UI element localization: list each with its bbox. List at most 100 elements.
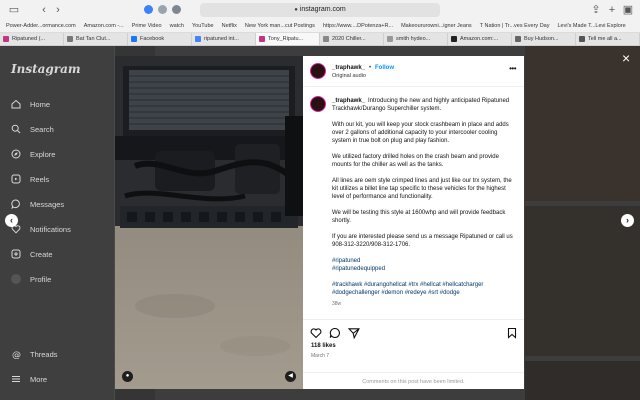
bookmark-item[interactable]: Amazon.com -... (84, 23, 124, 29)
browser-tab[interactable]: smith hydeo... (384, 33, 448, 45)
share-icon[interactable] (348, 327, 360, 339)
bookmark-icon[interactable] (506, 327, 518, 339)
likes-count[interactable]: 118 likes (311, 343, 336, 349)
previous-post-icon[interactable]: ‹ (5, 214, 18, 227)
address-bar[interactable]: ● instagram.com (200, 3, 440, 17)
shield-icon[interactable] (172, 5, 181, 14)
avatar[interactable] (310, 96, 326, 112)
bookmark-item[interactable]: Power-Adder...ormance.com (6, 23, 76, 29)
post-header: _traphawk_ • Follow Original audio ••• (303, 56, 524, 87)
nav-more[interactable]: More (11, 372, 47, 386)
extension-icon[interactable] (158, 5, 167, 14)
back-icon[interactable]: ‹ (38, 4, 50, 16)
like-heart-icon[interactable] (310, 327, 322, 339)
caption-paragraph: All lines are oem style crimped lines an… (332, 178, 512, 200)
more-options-icon[interactable]: ••• (509, 64, 516, 73)
plus-square-icon (11, 249, 21, 259)
hashtag-link[interactable]: #ripatuned (332, 257, 517, 265)
svg-text:@: @ (12, 351, 21, 360)
comment-icon[interactable] (329, 327, 341, 339)
tab-favicon (515, 36, 521, 42)
tab-favicon (387, 36, 393, 42)
tab-bar: Ripatuned (... Bat Tan Clut... Facebook … (0, 33, 640, 46)
browser-tab[interactable]: Facebook (128, 33, 192, 45)
reels-icon (11, 174, 21, 184)
browser-tab[interactable]: Buy Hudson... (512, 33, 576, 45)
nav-explore[interactable]: Explore (11, 147, 55, 161)
tagged-users-icon[interactable]: ● (122, 371, 133, 382)
hashtag-link[interactable]: #ripatunedequipped (332, 265, 517, 273)
nav-home[interactable]: Home (11, 97, 50, 111)
post-age: 38w (332, 301, 342, 307)
browser-tab[interactable]: Amazon.com:... (448, 33, 512, 45)
next-post-icon[interactable]: › (621, 214, 634, 227)
browser-toolbar: ▭ ‹ › ● instagram.com ⇪ + ▣ (0, 0, 640, 20)
grid-tile (525, 361, 640, 400)
post-details-panel: _traphawk_ • Follow Original audio ••• _… (303, 56, 524, 389)
browser-tab[interactable]: Tell me all a... (576, 33, 640, 45)
post-video[interactable]: ● ◀ (115, 56, 303, 389)
post-username[interactable]: _traphawk_ (332, 65, 365, 71)
audio-mute-icon[interactable]: ◀ (285, 371, 296, 382)
tab-favicon (3, 36, 9, 42)
bookmark-item[interactable]: Prime Video (132, 23, 162, 29)
caption-text: _traphawk_ Introducing the new and highly… (332, 97, 517, 308)
close-icon[interactable]: × (622, 51, 630, 65)
browser-tab[interactable]: 2020 Chiller... (320, 33, 384, 45)
share-icon[interactable]: ⇪ (590, 4, 602, 16)
tab-overview-icon[interactable]: ▣ (622, 4, 634, 16)
browser-tab[interactable]: Bat Tan Clut... (64, 33, 128, 45)
new-tab-icon[interactable]: + (606, 4, 618, 16)
separator-dot: • (369, 65, 372, 71)
nav-search[interactable]: Search (11, 122, 54, 136)
tab-favicon (579, 36, 585, 42)
bookmark-item[interactable]: New York man...cut Postings (245, 23, 315, 29)
nav-notifications[interactable]: Notifications (11, 222, 71, 236)
bookmark-item[interactable]: T Nation | Tr...ves Every Day (480, 23, 550, 29)
threads-icon: @ (12, 351, 21, 360)
nav-reels[interactable]: Reels (11, 172, 49, 186)
grid-tile (525, 206, 640, 356)
nav-profile[interactable]: Profile (11, 272, 51, 286)
nav-create[interactable]: Create (11, 247, 53, 261)
post-modal: ● ◀ _traphawk_ • Follow Original audio •… (115, 56, 524, 389)
caption-paragraph: We will be testing this style at 1600whp… (332, 210, 506, 224)
lock-icon: ● (294, 7, 298, 13)
menu-icon (12, 376, 20, 382)
forward-icon[interactable]: › (52, 4, 64, 16)
hashtag-links[interactable]: #trackhawk #durangohellcat #trx #hellcat… (332, 281, 517, 297)
follow-button[interactable]: Follow (375, 65, 394, 71)
bookmark-item[interactable]: Levi's Made T...Levi Explore (557, 23, 625, 29)
browser-tab[interactable]: ripatuned int... (192, 33, 256, 45)
tab-favicon (67, 36, 73, 42)
caption-paragraph: With our kit, you will keep your stock c… (332, 122, 509, 144)
nav-threads[interactable]: @ Threads (11, 347, 58, 361)
bookmark-item[interactable]: Makeoururowni...igner Jeans (401, 23, 472, 29)
post-actions: 118 likes March 7 Comments on this post … (303, 319, 524, 389)
post-caption: _traphawk_ Introducing the new and highly… (303, 87, 524, 319)
bookmark-item[interactable]: watch (170, 23, 184, 29)
browser-tab-active[interactable]: Tony_Ripatu... (256, 33, 320, 45)
engine-bay-image (115, 56, 303, 389)
tab-favicon (195, 36, 201, 42)
bookmark-item[interactable]: YouTube (192, 23, 214, 29)
search-icon (11, 124, 21, 134)
bookmarks-bar: Power-Adder...ormance.com Amazon.com -..… (0, 20, 640, 33)
avatar[interactable] (310, 63, 326, 79)
sidebar-toggle-icon[interactable]: ▭ (8, 4, 20, 16)
caption-paragraph: We utilized factory drilled holes on the… (332, 154, 499, 168)
tab-favicon (451, 36, 457, 42)
nav-messages[interactable]: Messages (11, 197, 64, 211)
bookmark-item[interactable]: https://www....DPotenza+R... (323, 23, 393, 29)
compass-icon (11, 149, 21, 159)
extension-icon[interactable] (144, 5, 153, 14)
caption-paragraph: If you are interested please send us a m… (332, 234, 513, 248)
bookmark-item[interactable]: Netflix (222, 23, 237, 29)
instagram-logo[interactable]: Instagram (11, 62, 81, 76)
comments-limited-notice: Comments on this post have been limited. (303, 372, 524, 390)
caption-username[interactable]: _traphawk_ (332, 98, 365, 104)
browser-tab[interactable]: Ripatuned (... (0, 33, 64, 45)
audio-label[interactable]: Original audio (332, 73, 366, 79)
messenger-icon (11, 199, 20, 209)
profile-icon (11, 274, 21, 284)
